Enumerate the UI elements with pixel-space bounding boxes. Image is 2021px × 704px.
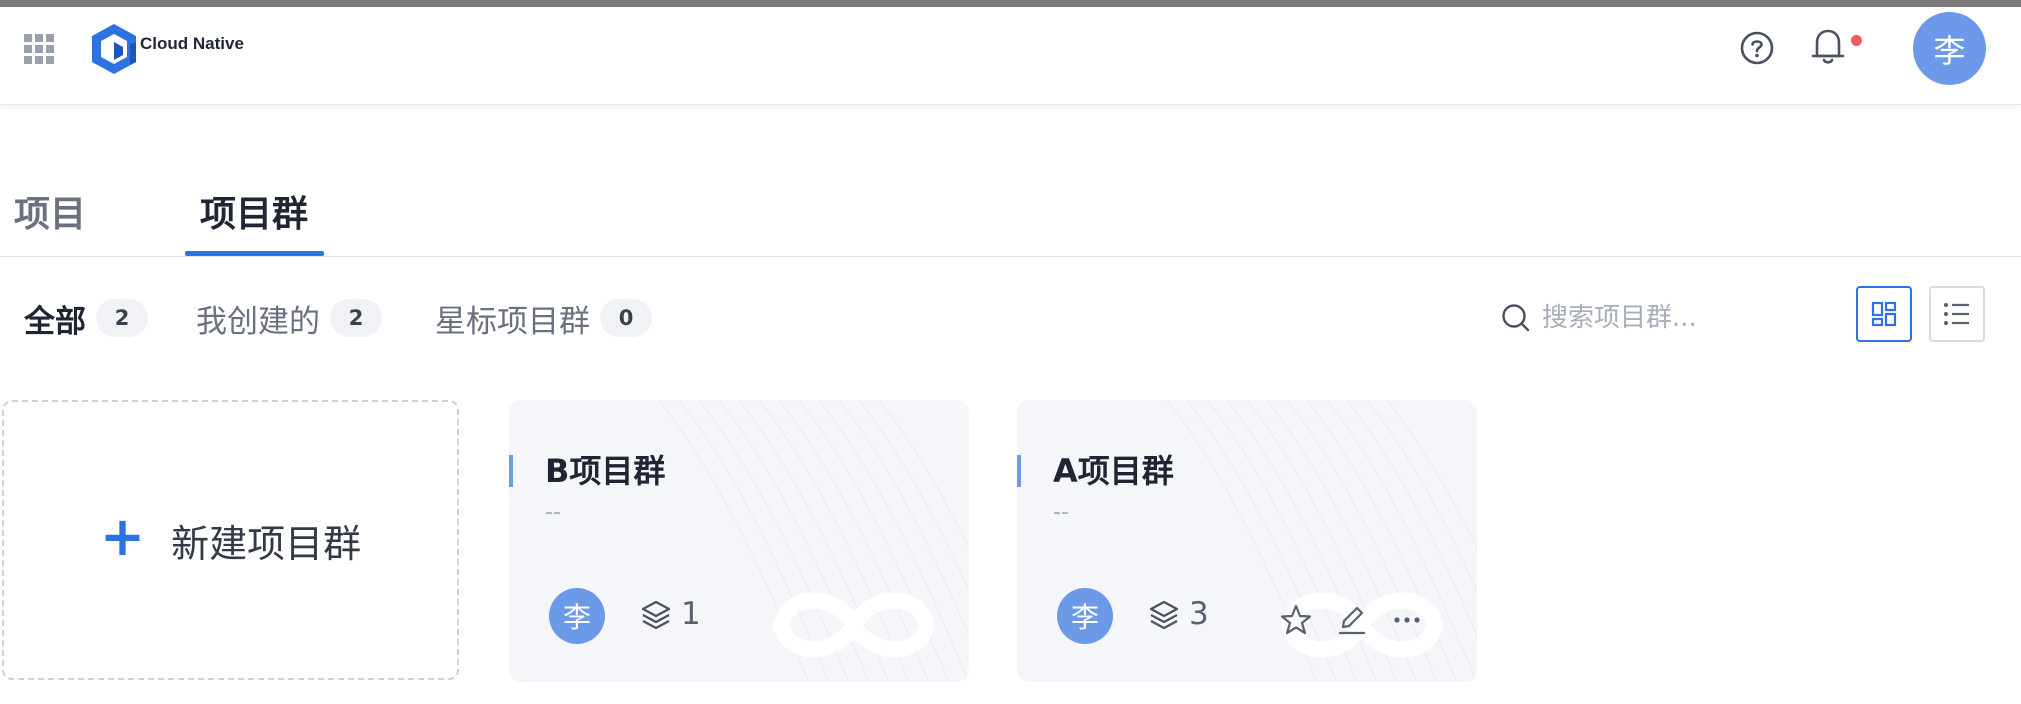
card-title[interactable]: A项目群 xyxy=(1053,446,1174,492)
filter-all[interactable]: 全部 2 xyxy=(24,290,148,346)
notification-dot xyxy=(1851,35,1862,46)
card-description: -- xyxy=(545,500,561,525)
active-tab-indicator xyxy=(185,251,324,256)
top-bar: Cloud Native 李 xyxy=(0,0,2021,105)
search-box xyxy=(1500,294,1830,342)
filter-created-count: 2 xyxy=(330,299,382,337)
filter-starred-count: 0 xyxy=(600,299,652,337)
edit-icon[interactable] xyxy=(1335,603,1369,637)
filter-all-count: 2 xyxy=(96,299,148,337)
card-accent-bar xyxy=(1017,455,1021,487)
user-avatar[interactable]: 李 xyxy=(1913,12,1986,85)
search-icon xyxy=(1502,304,1530,332)
filter-created-label: 我创建的 xyxy=(196,303,320,340)
project-count: 1 xyxy=(681,596,701,632)
card-description: -- xyxy=(1053,500,1069,525)
devops-watermark-icon xyxy=(772,592,936,658)
tab-project-groups[interactable]: 项目群 xyxy=(200,185,308,257)
filter-created-by-me[interactable]: 我创建的 2 xyxy=(196,290,382,346)
owner-avatar: 李 xyxy=(549,588,605,644)
main-tabs: 项目 项目群 xyxy=(0,185,2021,257)
owner-avatar: 李 xyxy=(1057,588,1113,644)
list-view-icon xyxy=(1944,303,1969,325)
window-edge xyxy=(0,0,2021,7)
list-view-button[interactable] xyxy=(1929,286,1985,342)
project-group-card[interactable]: A项目群 -- 李 3 xyxy=(1017,400,1477,682)
project-group-card[interactable]: B项目群 -- 李 1 xyxy=(509,400,969,682)
new-project-group-card[interactable]: + 新建项目群 xyxy=(2,400,459,680)
project-count: 3 xyxy=(1189,596,1209,632)
app-grid-icon[interactable] xyxy=(24,34,54,64)
card-accent-bar xyxy=(509,455,513,487)
new-project-group-label: 新建项目群 xyxy=(171,521,362,566)
cloud-native-logo-icon[interactable] xyxy=(90,22,138,78)
more-icon[interactable] xyxy=(1390,603,1424,637)
layers-icon xyxy=(1149,600,1179,630)
search-input[interactable] xyxy=(1542,303,1812,333)
grid-view-icon xyxy=(1871,301,1897,327)
plus-icon: + xyxy=(99,505,146,568)
tab-projects[interactable]: 项目 xyxy=(14,185,86,257)
filter-bar: 全部 2 我创建的 2 星标项目群 0 xyxy=(0,290,1400,346)
notification-bell-icon[interactable] xyxy=(1810,26,1846,66)
grid-view-button[interactable] xyxy=(1856,286,1912,342)
help-icon[interactable] xyxy=(1739,30,1775,66)
filter-starred-label: 星标项目群 xyxy=(435,303,590,340)
layers-icon xyxy=(641,600,671,630)
star-icon[interactable] xyxy=(1279,603,1313,637)
filter-starred[interactable]: 星标项目群 0 xyxy=(435,290,652,346)
filter-all-label: 全部 xyxy=(24,303,86,340)
card-title[interactable]: B项目群 xyxy=(545,446,665,492)
brand-name: Cloud Native xyxy=(140,34,244,53)
